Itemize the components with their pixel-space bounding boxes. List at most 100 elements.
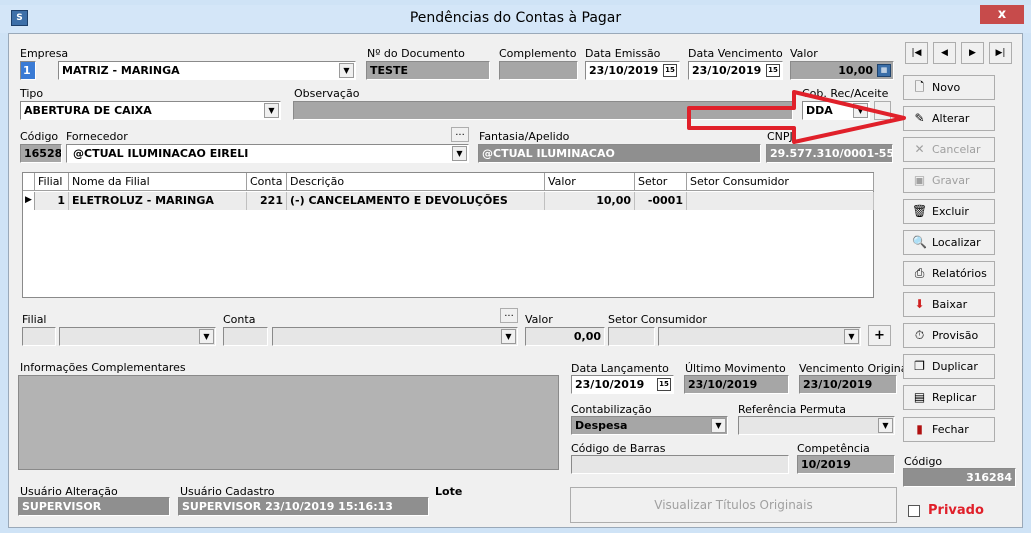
chevron-down-icon[interactable]: ▼	[199, 329, 214, 344]
vencimento-original-field[interactable]: 23/10/2019	[799, 375, 897, 394]
gravar-button[interactable]: ▣ Gravar	[903, 168, 995, 193]
data-vencimento-label: Data Vencimento	[688, 47, 783, 60]
contabilizacao-select[interactable]: Despesa ▼	[571, 416, 728, 435]
prev-record-button[interactable]: ◀	[933, 42, 956, 64]
data-lancamento-field[interactable]: 23/10/2019 15	[571, 375, 674, 394]
usuario-alteracao-field[interactable]: SUPERVISOR	[18, 497, 170, 516]
cancelar-button[interactable]: ✕ Cancelar	[903, 137, 995, 162]
fornecedor-select[interactable]: @CTUAL ILUMINACAO EIRELI ▼	[66, 144, 469, 163]
chevron-down-icon[interactable]: ▼	[878, 418, 893, 433]
replicate-icon: ▤	[913, 390, 926, 404]
calendar-icon[interactable]: 15	[657, 378, 671, 391]
grid-header-setor-consumidor[interactable]: Setor Consumidor	[687, 173, 874, 191]
fantasia-field[interactable]: @CTUAL ILUMINACAO	[478, 144, 761, 163]
competencia-label: Competência	[797, 442, 870, 455]
codigo-side-field[interactable]: 316284	[903, 468, 1016, 487]
rateio-conta-select[interactable]: ▼	[272, 327, 518, 346]
calendar-icon[interactable]: 15	[663, 64, 677, 77]
baixar-button[interactable]: ⬇ Baixar	[903, 292, 995, 317]
rateio-valor-label: Valor	[525, 313, 553, 326]
close-button[interactable]: x	[980, 5, 1024, 24]
cnpj-field[interactable]: 29.577.310/0001-55	[766, 144, 893, 163]
last-record-button[interactable]: ▶|	[989, 42, 1012, 64]
calculator-icon[interactable]: ▦	[877, 64, 891, 77]
chevron-down-icon[interactable]: ▼	[339, 63, 354, 78]
relatorios-button[interactable]: ⎙ Relatórios	[903, 261, 995, 286]
grid-header-nome-filial[interactable]: Nome da Filial	[69, 173, 247, 191]
replicar-label: Replicar	[932, 391, 977, 404]
competencia-field[interactable]: 10/2019	[797, 455, 895, 474]
codigo-barras-field[interactable]	[571, 455, 789, 474]
novo-button[interactable]: 🗋 Novo	[903, 75, 995, 100]
cancel-icon: ✕	[914, 142, 925, 156]
add-rateio-button[interactable]: +	[868, 325, 891, 346]
accounts-grid[interactable]: Filial Nome da Filial Conta Descrição Va…	[22, 172, 874, 298]
valor-field[interactable]: 10,00 ▦	[790, 61, 894, 80]
grid-header-valor[interactable]: Valor	[545, 173, 635, 191]
documento-label: Nº do Documento	[367, 47, 465, 60]
cell-filial[interactable]: 1	[35, 192, 69, 210]
grid-header-conta[interactable]: Conta	[247, 173, 287, 191]
provisao-button[interactable]: ⏱ Provisão	[903, 323, 995, 348]
data-vencimento-field[interactable]: 23/10/2019 15	[688, 61, 783, 80]
chevron-down-icon[interactable]: ▼	[264, 103, 279, 118]
privado-label: Privado	[928, 503, 984, 518]
alterar-button[interactable]: ✎ Alterar	[903, 106, 995, 131]
excluir-button[interactable]: 🗑 Excluir	[903, 199, 995, 224]
empresa-select[interactable]: MATRIZ - MARINGA ▼	[58, 61, 356, 80]
search-icon: 🔍	[912, 235, 927, 249]
grid-header-filial[interactable]: Filial	[35, 173, 69, 191]
empresa-code-field[interactable]: 1	[20, 61, 36, 80]
fornecedor-search-button[interactable]: ...	[451, 127, 469, 142]
tipo-select[interactable]: ABERTURA DE CAIXA ▼	[20, 101, 281, 120]
chevron-down-icon[interactable]: ▼	[501, 329, 516, 344]
cell-conta[interactable]: 221	[247, 192, 287, 210]
valor-value: 10,00	[838, 64, 873, 77]
rateio-conta-code[interactable]	[223, 327, 268, 346]
grid-header-descricao[interactable]: Descrição	[287, 173, 545, 191]
cell-setor-consumidor[interactable]	[687, 192, 874, 210]
printer-icon: ⎙	[914, 266, 925, 280]
rateio-setor-code[interactable]	[608, 327, 655, 346]
rateio-conta-search-button[interactable]: ...	[500, 308, 518, 323]
fornecedor-label: Fornecedor	[66, 130, 128, 143]
ref-permuta-select[interactable]: ▼	[738, 416, 895, 435]
next-record-button[interactable]: ▶	[961, 42, 984, 64]
localizar-button[interactable]: 🔍 Localizar	[903, 230, 995, 255]
cell-nome-filial[interactable]: ELETROLUZ - MARINGA	[69, 192, 247, 210]
novo-label: Novo	[932, 81, 961, 94]
window-title: Pendências do Contas à Pagar	[409, 10, 622, 26]
chevron-down-icon[interactable]: ▼	[452, 146, 467, 161]
first-record-button[interactable]: |◀	[905, 42, 928, 64]
calendar-icon[interactable]: 15	[766, 64, 780, 77]
complemento-field[interactable]	[499, 61, 578, 80]
fornecedor-value: @CTUAL ILUMINACAO EIRELI	[73, 147, 249, 160]
copy-icon: ❐	[914, 359, 925, 373]
empresa-label: Empresa	[20, 47, 69, 60]
chevron-down-icon[interactable]: ▼	[844, 329, 859, 344]
rateio-valor-field[interactable]: 0,00	[525, 327, 605, 346]
visualizar-titulos-button[interactable]: Visualizar Títulos Originais	[570, 487, 897, 523]
fechar-button[interactable]: ▮ Fechar	[903, 417, 995, 442]
ultimo-movimento-field[interactable]: 23/10/2019	[684, 375, 789, 394]
grid-header-setor[interactable]: Setor	[635, 173, 687, 191]
cell-descricao[interactable]: (-) CANCELAMENTO E DEVOLUÇÕES	[287, 192, 545, 210]
vencimento-original-label: Vencimento Original	[799, 362, 911, 375]
rateio-filial-code[interactable]	[22, 327, 56, 346]
cell-valor[interactable]: 10,00	[545, 192, 635, 210]
cell-setor[interactable]: -0001	[635, 192, 687, 210]
replicar-button[interactable]: ▤ Replicar	[903, 385, 995, 410]
usuario-cadastro-field[interactable]: SUPERVISOR 23/10/2019 15:16:13	[178, 497, 429, 516]
privado-checkbox[interactable]	[908, 505, 920, 517]
chevron-down-icon[interactable]: ▼	[711, 418, 726, 433]
duplicar-button[interactable]: ❐ Duplicar	[903, 354, 995, 379]
data-emissao-field[interactable]: 23/10/2019 15	[585, 61, 680, 80]
provisao-label: Provisão	[932, 329, 979, 342]
info-textarea[interactable]	[18, 375, 559, 470]
codigo-fornecedor-field[interactable]: 16528	[20, 144, 62, 163]
rateio-filial-select[interactable]: ▼	[59, 327, 216, 346]
rateio-setor-select[interactable]: ▼	[658, 327, 861, 346]
observacao-label: Observação	[294, 87, 360, 100]
documento-field[interactable]: TESTE	[366, 61, 490, 80]
data-lancamento-label: Data Lançamento	[571, 362, 669, 375]
